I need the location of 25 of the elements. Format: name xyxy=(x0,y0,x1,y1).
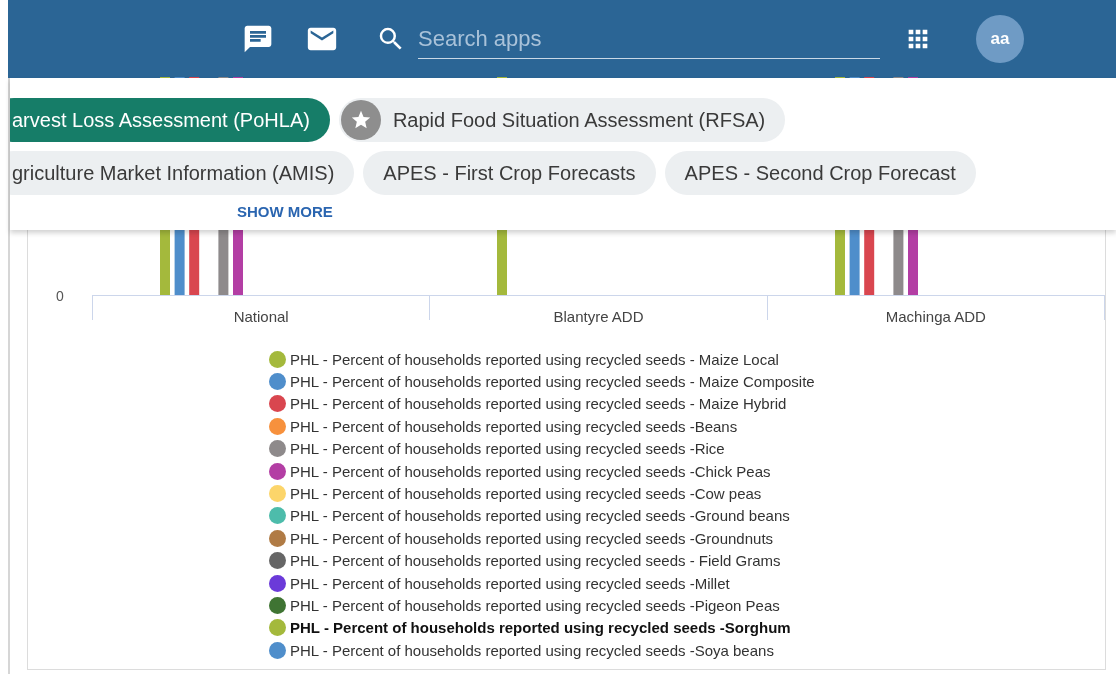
legend-label[interactable]: PHL - Percent of households reported using recycled seeds - Maize Composite xyxy=(290,373,815,391)
legend-label[interactable]: PHL - Percent of households reported using recycled seeds - Maize Local xyxy=(290,350,779,368)
app-chip[interactable]: APES - First Crop Forecasts xyxy=(363,151,656,195)
legend-label[interactable]: PHL - Percent of households reported using recycled seeds -Groundnuts xyxy=(290,529,774,547)
app-chip[interactable]: arvest Loss Assessment (PoHLA) xyxy=(10,98,330,142)
category-label: Blantyre ADD xyxy=(553,308,644,325)
legend-label[interactable]: PHL - Percent of households reported using recycled seeds -Beans xyxy=(290,417,738,435)
legend-label[interactable]: PHL - Percent of households reported using recycled seeds -Pigeon Peas xyxy=(290,597,780,614)
app-chip[interactable]: Rapid Food Situation Assessment (RFSA) xyxy=(338,98,786,142)
legend-label[interactable]: PHL - Percent of households reported using recycled seeds -Rice xyxy=(290,440,725,458)
legend-label[interactable]: PHL - Percent of households reported using recycled seeds - Maize Hybrid xyxy=(290,395,787,413)
app-chip[interactable]: APES - Second Crop Forecast xyxy=(664,151,976,195)
legend-label[interactable]: PHL - Percent of households reported using recycled seeds -Ground beans xyxy=(290,507,790,525)
category-label: National xyxy=(233,308,289,325)
legend-label[interactable]: PHL - Percent of households reported using recycled seeds -Sorghum xyxy=(290,619,791,637)
app-chip[interactable]: griculture Market Information (AMIS) xyxy=(10,151,355,195)
legend-label[interactable]: PHL - Percent of households reported using recycled seeds -Chick Peas xyxy=(290,462,771,480)
category-label: Machinga ADD xyxy=(885,308,986,325)
show-more-link[interactable]: SHOW MORE xyxy=(237,203,333,220)
legend-label[interactable]: PHL - Percent of households reported using recycled seeds -Cow peas xyxy=(290,485,762,503)
search-field[interactable]: Search apps xyxy=(418,19,880,59)
axis-tick-label: 0 xyxy=(56,288,64,304)
legend-label[interactable]: PHL - Percent of households reported using recycled seeds -Soya beans xyxy=(290,641,774,659)
legend-label[interactable]: PHL - Percent of households reported using recycled seeds -Millet xyxy=(290,574,730,592)
legend-label[interactable]: PHL - Percent of households reported using recycled seeds - Field Grams xyxy=(290,552,781,570)
